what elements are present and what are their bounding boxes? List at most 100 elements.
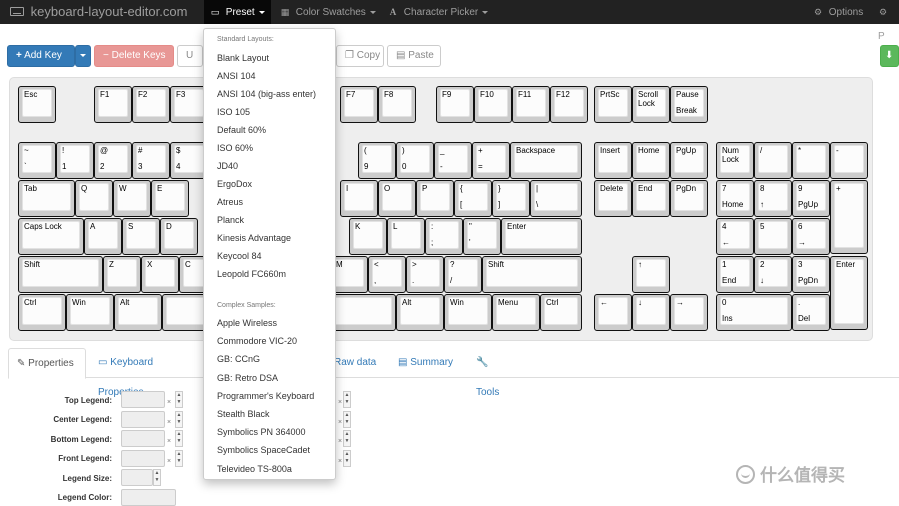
key[interactable]: }] <box>492 180 530 217</box>
key[interactable]: F9 <box>436 86 474 123</box>
character-picker-menu[interactable]: A Character Picker <box>382 0 494 24</box>
stepper-icon[interactable]: ▲ ▼ <box>175 391 183 408</box>
key[interactable]: Q <box>75 180 113 217</box>
key[interactable]: ~ ` <box>18 142 56 179</box>
preset-item[interactable]: Blank Layout <box>217 53 269 63</box>
key[interactable]: _ - <box>434 142 472 179</box>
stepper-icon[interactable]: ▲ ▼ <box>343 391 351 408</box>
key[interactable]: P <box>416 180 454 217</box>
preset-item[interactable]: ErgoDox <box>217 179 252 189</box>
key[interactable]: ← <box>594 294 632 331</box>
preset-item[interactable]: Symbolics PN 364000 <box>217 427 306 437</box>
key[interactable]: ! 1 <box>56 142 94 179</box>
key[interactable]: Delete <box>594 180 632 217</box>
legend-input[interactable] <box>121 411 165 428</box>
clear-icon[interactable]: × <box>167 438 171 445</box>
key[interactable]: ↓ <box>632 294 670 331</box>
key[interactable]: Win <box>444 294 492 331</box>
undo-button[interactable]: U <box>177 45 203 67</box>
key[interactable]: Ctrl <box>18 294 66 331</box>
key[interactable]: + <box>830 180 868 254</box>
legend-input[interactable] <box>121 489 176 506</box>
preset-item[interactable]: ISO 105 <box>217 107 250 117</box>
key[interactable]: → <box>670 294 708 331</box>
key[interactable]: Tab <box>18 180 75 217</box>
tab-summary[interactable]: ▤ Summary <box>390 348 462 379</box>
clear-icon[interactable]: × <box>338 458 342 465</box>
key[interactable]: Win <box>66 294 114 331</box>
preset-menu-toggle[interactable]: ▭ Preset <box>204 0 271 24</box>
clear-icon[interactable]: × <box>167 458 171 465</box>
key[interactable]: 6 → <box>792 218 830 255</box>
key[interactable]: PrtSc <box>594 86 632 123</box>
key[interactable]: F2 <box>132 86 170 123</box>
download-button[interactable]: ⬇ <box>880 45 899 67</box>
key[interactable]: @2 <box>94 142 132 179</box>
key[interactable]: Esc <box>18 86 56 123</box>
clear-icon[interactable]: × <box>338 438 342 445</box>
clear-icon[interactable]: × <box>338 399 342 406</box>
key[interactable]: E <box>151 180 189 217</box>
stepper-icon[interactable]: ▲ ▼ <box>343 411 351 428</box>
clear-icon[interactable]: × <box>338 419 342 426</box>
tab-tools[interactable]: 🔧 Tools <box>468 348 518 398</box>
key[interactable]: Ctrl <box>540 294 582 331</box>
key[interactable]: I <box>340 180 378 217</box>
add-key-button[interactable]: + Add Key <box>7 45 75 67</box>
key[interactable]: . Del <box>792 294 830 331</box>
key[interactable]: - <box>830 142 868 179</box>
key[interactable]: W <box>113 180 151 217</box>
key[interactable]: {[ <box>454 180 492 217</box>
key[interactable]: F12 <box>550 86 588 123</box>
key[interactable]: 3 PgDn <box>792 256 830 293</box>
clear-icon[interactable]: × <box>167 399 171 406</box>
legend-input[interactable] <box>121 391 165 408</box>
key[interactable]: Caps Lock <box>18 218 84 255</box>
key[interactable]: F10 <box>474 86 512 123</box>
clear-icon[interactable]: × <box>167 419 171 426</box>
key[interactable]: Z <box>103 256 141 293</box>
delete-keys-button[interactable]: − Delete Keys <box>94 45 174 67</box>
preset-item[interactable]: Leopold FC660m <box>217 269 286 279</box>
key[interactable]: A <box>84 218 122 255</box>
stepper-icon[interactable]: ▲ ▼ <box>343 430 351 447</box>
key[interactable]: Num Lock <box>716 142 754 179</box>
key[interactable]: 2 ↓ <box>754 256 792 293</box>
key[interactable]: Pause Break <box>670 86 708 123</box>
key[interactable]: D <box>160 218 198 255</box>
key[interactable]: 7 Home <box>716 180 754 217</box>
key[interactable]: F1 <box>94 86 132 123</box>
key[interactable]: >. <box>406 256 444 293</box>
preset-item[interactable]: Commodore VIC-20 <box>217 336 297 346</box>
key[interactable]: S <box>122 218 160 255</box>
key[interactable]: End <box>632 180 670 217</box>
key[interactable]: 9 PgUp <box>792 180 830 217</box>
key[interactable]: Shift <box>482 256 582 293</box>
key[interactable]: * <box>792 142 830 179</box>
preset-item[interactable]: ANSI 104 <box>217 71 256 81</box>
key[interactable]: Shift <box>18 256 103 293</box>
key[interactable]: 4 ← <box>716 218 754 255</box>
key[interactable]: Alt <box>396 294 444 331</box>
key[interactable]: (9 <box>358 142 396 179</box>
key[interactable]: ? / <box>444 256 482 293</box>
key[interactable]: Enter <box>830 256 868 330</box>
stepper-icon[interactable]: ▲ ▼ <box>175 450 183 467</box>
key[interactable]: :; <box>425 218 463 255</box>
key[interactable]: " ' <box>463 218 501 255</box>
partial-menu[interactable]: ⚙P <box>872 0 899 42</box>
legend-input[interactable] <box>121 430 165 447</box>
key[interactable]: Insert <box>594 142 632 179</box>
preset-item[interactable]: GB: Retro DSA <box>217 373 278 383</box>
stepper-icon[interactable]: ▲ ▼ <box>175 430 183 447</box>
key[interactable]: L <box>387 218 425 255</box>
key[interactable]: Scroll Lock <box>632 86 670 123</box>
key[interactable]: PgDn <box>670 180 708 217</box>
key[interactable]: Enter <box>501 218 582 255</box>
preset-item[interactable]: ISO 60% <box>217 143 253 153</box>
preset-item[interactable]: Keycool 84 <box>217 251 262 261</box>
preset-item[interactable]: Planck <box>217 215 244 225</box>
stepper-icon[interactable]: ▲ ▼ <box>175 411 183 428</box>
preset-item[interactable]: Televideo TS-800a <box>217 464 292 474</box>
key[interactable]: Menu <box>492 294 540 331</box>
